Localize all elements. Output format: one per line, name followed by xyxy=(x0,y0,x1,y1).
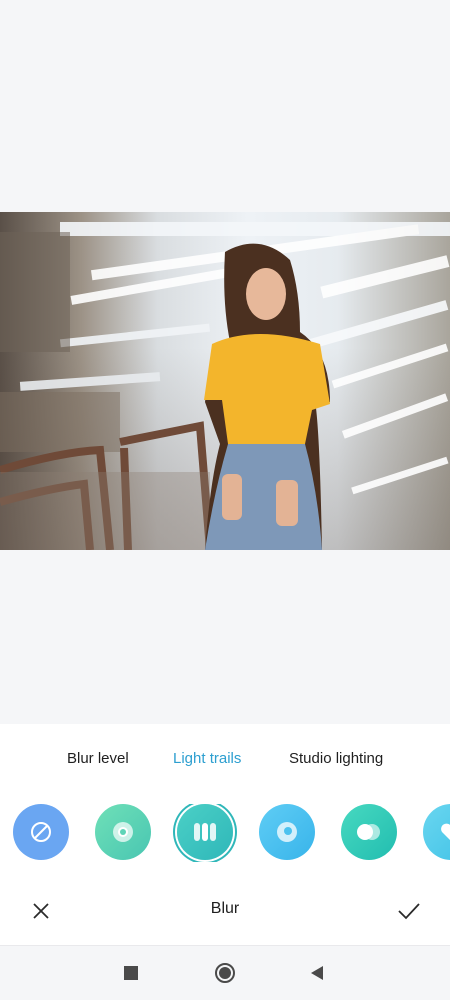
bottom-action-bar: Blur xyxy=(0,884,450,936)
effect-heart[interactable] xyxy=(423,804,450,860)
effect-double-circle[interactable] xyxy=(341,804,397,860)
tab-studio-lighting[interactable]: Studio lighting xyxy=(289,750,383,767)
swirl-effect-icon xyxy=(277,822,297,842)
effect-none[interactable] xyxy=(13,804,69,860)
tab-light-trails[interactable]: Light trails xyxy=(173,750,241,767)
ring-effect-icon xyxy=(113,822,133,842)
bars-effect-icon xyxy=(194,823,216,841)
double-circle-effect-icon xyxy=(357,824,380,840)
photo-illustration xyxy=(0,222,450,550)
effect-bars[interactable] xyxy=(177,804,233,860)
edited-photo[interactable] xyxy=(0,212,450,550)
no-effect-icon xyxy=(31,822,51,842)
recents-button[interactable] xyxy=(118,960,144,986)
effect-tabs: Blur level Light trails Studio lighting xyxy=(0,750,450,774)
effect-swirl[interactable] xyxy=(259,804,315,860)
system-navigation-bar xyxy=(0,946,450,1000)
panel-title: Blur xyxy=(210,900,240,917)
home-circle-icon xyxy=(215,963,235,983)
recents-square-icon xyxy=(124,966,138,980)
home-button[interactable] xyxy=(212,960,238,986)
effect-carousel xyxy=(0,804,450,862)
back-triangle-icon xyxy=(311,966,323,980)
heart-effect-icon xyxy=(441,823,450,840)
confirm-button[interactable] xyxy=(394,896,424,926)
back-button[interactable] xyxy=(304,960,330,986)
effect-ring[interactable] xyxy=(95,804,151,860)
tab-blur-level[interactable]: Blur level xyxy=(67,750,129,767)
check-icon xyxy=(398,903,420,920)
